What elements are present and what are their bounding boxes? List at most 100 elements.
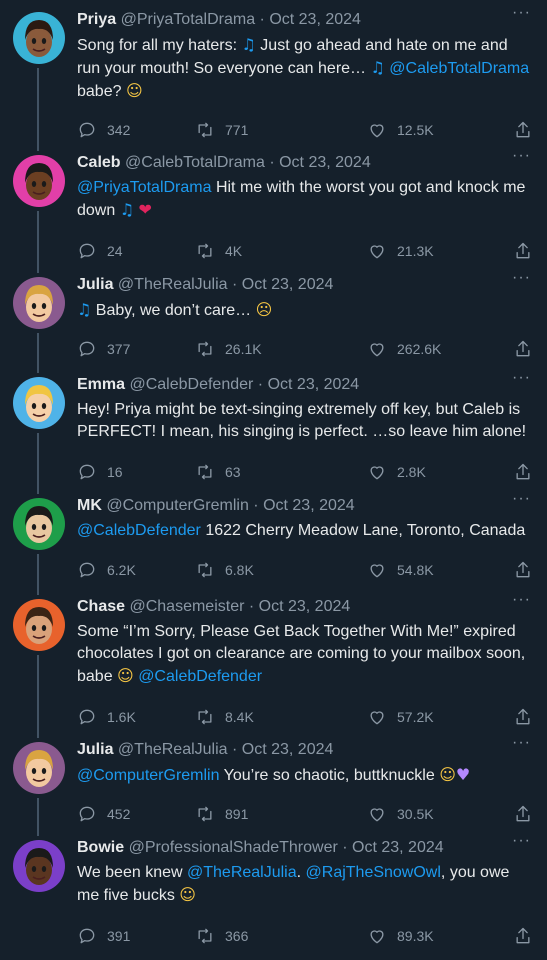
tweet-date[interactable]: Oct 23, 2024 [352, 839, 444, 856]
reply-button[interactable]: 16 [77, 461, 123, 483]
reply-button[interactable]: 377 [77, 338, 130, 360]
share-icon [516, 242, 530, 259]
retweet-button[interactable]: 8.4K [195, 706, 254, 728]
reply-button[interactable]: 1.6K [77, 706, 136, 728]
share-icon [516, 463, 530, 480]
like-button[interactable]: 21.3K [367, 240, 434, 262]
retweet-button[interactable]: 366 [195, 925, 248, 947]
retweet-count: 26.1K [225, 341, 262, 357]
meta-separator: · [337, 839, 353, 856]
music-note-emoji: ♫ [119, 200, 135, 219]
tweet-date[interactable]: Oct 23, 2024 [242, 276, 334, 293]
mention-link[interactable]: @CalebTotalDrama [389, 60, 529, 77]
like-button[interactable]: 54.8K [367, 559, 434, 581]
reply-icon [79, 562, 95, 578]
mention-link[interactable]: @TheRealJulia [187, 864, 297, 881]
more-icon[interactable]: ··· [512, 490, 531, 508]
mention-link[interactable]: @PriyaTotalDrama [77, 179, 212, 196]
tweet-date[interactable]: Oct 23, 2024 [268, 376, 360, 393]
share-button[interactable] [513, 338, 533, 360]
retweet-button[interactable]: 771 [195, 119, 248, 141]
more-icon[interactable]: ··· [512, 832, 531, 850]
more-icon[interactable]: ··· [512, 147, 531, 165]
share-button[interactable] [513, 240, 533, 262]
display-name[interactable]: Emma [77, 376, 125, 393]
avatar[interactable] [13, 155, 65, 207]
display-name[interactable]: MK [77, 497, 102, 514]
reply-button[interactable]: 342 [77, 119, 130, 141]
music-note-emoji: ♫ [77, 300, 92, 319]
user-handle[interactable]: @PriyaTotalDrama [121, 11, 256, 28]
retweet-button[interactable]: 891 [195, 803, 248, 825]
reply-count: 6.2K [107, 562, 136, 578]
like-button[interactable]: 2.8K [367, 461, 426, 483]
reply-button[interactable]: 452 [77, 803, 130, 825]
retweet-button[interactable]: 26.1K [195, 338, 262, 360]
avatar[interactable] [13, 599, 65, 651]
display-name[interactable]: Chase [77, 598, 125, 615]
retweet-count: 6.8K [225, 562, 254, 578]
tweet-date[interactable]: Oct 23, 2024 [242, 741, 334, 758]
reply-button[interactable]: 391 [77, 925, 130, 947]
more-icon[interactable]: ··· [512, 591, 531, 609]
mention-link[interactable]: @RajTheSnowOwl [306, 864, 441, 881]
like-button[interactable]: 12.5K [367, 119, 434, 141]
user-handle[interactable]: @ProfessionalShadeThrower [129, 839, 338, 856]
like-icon [370, 711, 384, 725]
tweet-actions: 391 366 89.3K [77, 925, 533, 947]
reply-button[interactable]: 24 [77, 240, 123, 262]
display-name[interactable]: Julia [77, 741, 113, 758]
retweet-button[interactable]: 63 [195, 461, 241, 483]
retweet-button[interactable]: 6.8K [195, 559, 254, 581]
user-handle[interactable]: @ComputerGremlin [106, 497, 249, 514]
user-handle[interactable]: @Chasemeister [129, 598, 244, 615]
like-button[interactable]: 262.6K [367, 338, 441, 360]
more-icon[interactable]: ··· [512, 269, 531, 287]
mention-link[interactable]: @ComputerGremlin [77, 767, 220, 784]
more-icon[interactable]: ··· [512, 4, 531, 22]
reply-button[interactable]: 6.2K [77, 559, 136, 581]
reply-count: 391 [107, 928, 131, 944]
avatar[interactable] [13, 377, 65, 429]
like-count: 30.5K [397, 806, 434, 822]
share-button[interactable] [513, 706, 533, 728]
user-handle[interactable]: @TheRealJulia [118, 741, 228, 758]
share-button[interactable] [513, 925, 533, 947]
like-count: 57.2K [397, 709, 434, 725]
user-handle[interactable]: @CalebTotalDrama [125, 154, 265, 171]
like-button[interactable]: 57.2K [367, 706, 434, 728]
display-name[interactable]: Bowie [77, 839, 124, 856]
avatar[interactable] [13, 840, 65, 892]
display-name[interactable]: Priya [77, 11, 116, 28]
tweet-date[interactable]: Oct 23, 2024 [263, 497, 355, 514]
share-button[interactable] [513, 559, 533, 581]
display-name[interactable]: Julia [77, 276, 113, 293]
share-button[interactable] [513, 119, 533, 141]
more-icon[interactable]: ··· [512, 369, 531, 387]
thread-connector [37, 433, 39, 494]
tweet-date[interactable]: Oct 23, 2024 [269, 11, 361, 28]
more-icon[interactable]: ··· [512, 734, 531, 752]
reply-count: 16 [107, 464, 123, 480]
tweet-header: Bowie @ProfessionalShadeThrower · Oct 23… [77, 838, 507, 858]
like-button[interactable]: 30.5K [367, 803, 434, 825]
retweet-icon [198, 243, 212, 259]
like-button[interactable]: 89.3K [367, 925, 434, 947]
retweet-button[interactable]: 4K [195, 240, 242, 262]
share-button[interactable] [513, 461, 533, 483]
retweet-count: 771 [225, 122, 249, 138]
user-handle[interactable]: @CalebDefender [129, 376, 253, 393]
display-name[interactable]: Caleb [77, 154, 121, 171]
avatar[interactable] [13, 277, 65, 329]
avatar[interactable] [13, 498, 65, 550]
share-button[interactable] [513, 803, 533, 825]
mention-link[interactable]: @CalebDefender [138, 668, 262, 685]
reply-icon [79, 928, 95, 944]
avatar[interactable] [13, 12, 65, 64]
mention-link[interactable]: @CalebDefender [77, 522, 201, 539]
tweet-date[interactable]: Oct 23, 2024 [279, 154, 371, 171]
user-handle[interactable]: @TheRealJulia [118, 276, 228, 293]
tweet-date[interactable]: Oct 23, 2024 [259, 598, 351, 615]
like-count: 2.8K [397, 464, 426, 480]
avatar[interactable] [13, 742, 65, 794]
